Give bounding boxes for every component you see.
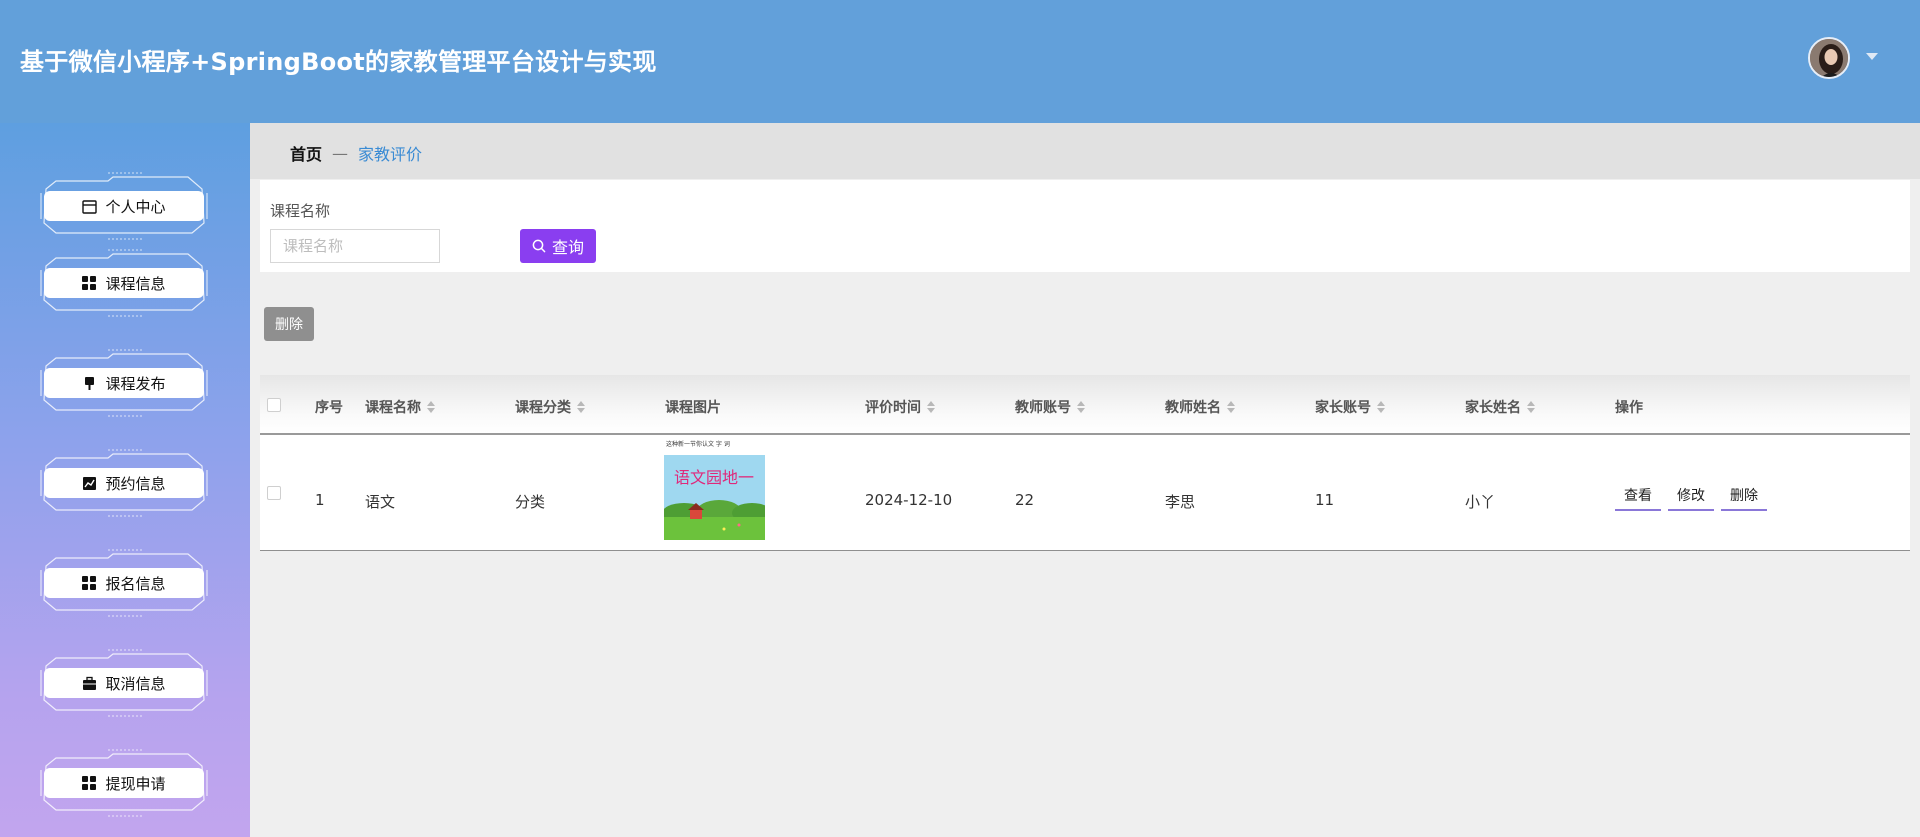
column-header-teacher-account[interactable]: 教师账号 bbox=[1015, 397, 1085, 417]
column-header-index: 序号 bbox=[315, 400, 343, 416]
sidebar-item-4[interactable]: 预约信息 bbox=[38, 446, 210, 520]
batch-delete-button[interactable]: 删除 bbox=[264, 307, 314, 341]
sidebar-item-label: 提现申请 bbox=[105, 774, 166, 793]
sort-icon[interactable] bbox=[577, 401, 585, 413]
sidebar-item-label: 预约信息 bbox=[105, 474, 166, 493]
column-header-teacher-name[interactable]: 教师姓名 bbox=[1165, 397, 1235, 417]
image-title-text: 语文园地一 bbox=[674, 468, 754, 487]
breadcrumb-separator: — bbox=[332, 143, 349, 163]
column-header-category[interactable]: 课程分类 bbox=[515, 397, 585, 417]
top-header: 基于微信小程序+SpringBoot的家教管理平台设计与实现 bbox=[0, 0, 1920, 123]
breadcrumb-current: 家教评价 bbox=[358, 145, 423, 164]
sort-icon[interactable] bbox=[1527, 401, 1535, 413]
user-avatar[interactable] bbox=[1808, 37, 1850, 79]
search-button-label: 查询 bbox=[551, 238, 584, 257]
sidebar-item-7[interactable]: 提现申请 bbox=[38, 746, 210, 820]
briefcase-icon bbox=[82, 676, 97, 691]
sidebar-item-button[interactable]: 提现申请 bbox=[44, 768, 204, 798]
view-button[interactable]: 查看 bbox=[1615, 481, 1661, 511]
search-icon bbox=[532, 239, 546, 253]
sort-icon[interactable] bbox=[1377, 401, 1385, 413]
pin-icon bbox=[82, 376, 97, 391]
sidebar-item-button[interactable]: 预约信息 bbox=[44, 468, 204, 498]
sidebar-item-label: 个人中心 bbox=[105, 197, 166, 216]
search-panel: 课程名称 查询 bbox=[260, 180, 1910, 272]
column-header-parent-name[interactable]: 家长姓名 bbox=[1465, 397, 1535, 417]
review-table: 序号 课程名称 课程分类 课程图片 评价时间 教师账号 教师姓名 家长账号 家长… bbox=[260, 375, 1910, 551]
cell-parent-account: 11 bbox=[1315, 491, 1335, 509]
column-header-parent-account[interactable]: 家长账号 bbox=[1315, 397, 1385, 417]
sidebar-item-button[interactable]: 报名信息 bbox=[44, 568, 204, 598]
column-header-course-image: 课程图片 bbox=[665, 400, 721, 416]
user-menu-caret-icon[interactable] bbox=[1866, 53, 1878, 60]
sidebar-item-2[interactable]: 课程信息 bbox=[38, 246, 210, 320]
course-image-thumbnail[interactable]: 这种新一节你认文 字 词 语文园地一 bbox=[664, 439, 765, 540]
delete-button[interactable]: 删除 bbox=[1721, 481, 1767, 511]
edit-button[interactable]: 修改 bbox=[1668, 481, 1714, 511]
sidebar-item-1[interactable]: 个人中心 bbox=[38, 169, 210, 243]
cell-index: 1 bbox=[315, 491, 325, 509]
cell-teacher-name: 李思 bbox=[1165, 493, 1196, 511]
sidebar-item-button[interactable]: 取消信息 bbox=[44, 668, 204, 698]
sidebar-item-label: 课程信息 bbox=[105, 274, 166, 293]
select-all-checkbox[interactable] bbox=[267, 398, 281, 412]
cell-course-name: 语文 bbox=[365, 493, 396, 511]
breadcrumb-home[interactable]: 首页 bbox=[290, 141, 322, 165]
sort-icon[interactable] bbox=[1077, 401, 1085, 413]
grid-icon bbox=[82, 775, 97, 791]
sidebar-item-button[interactable]: 个人中心 bbox=[44, 191, 204, 221]
sidebar-item-label: 课程发布 bbox=[105, 374, 166, 393]
cell-teacher-account: 22 bbox=[1015, 491, 1035, 509]
grid-icon bbox=[82, 275, 97, 291]
sort-icon[interactable] bbox=[927, 401, 935, 413]
sidebar-item-3[interactable]: 课程发布 bbox=[38, 346, 210, 420]
app-title: 基于微信小程序+SpringBoot的家教管理平台设计与实现 bbox=[20, 48, 657, 76]
sidebar-item-label: 取消信息 bbox=[105, 674, 166, 693]
breadcrumb: 首页 — 家教评价 bbox=[290, 141, 422, 165]
sidebar-item-button[interactable]: 课程信息 bbox=[44, 268, 204, 298]
table-row: 1 语文 分类 这种新一节你认文 字 词 语文园地一 2024-12-10 22… bbox=[260, 435, 1910, 551]
cell-category: 分类 bbox=[515, 493, 546, 511]
sort-icon[interactable] bbox=[427, 401, 435, 413]
sidebar-item-5[interactable]: 报名信息 bbox=[38, 546, 210, 620]
chart-icon bbox=[82, 476, 97, 491]
sort-icon[interactable] bbox=[1227, 401, 1235, 413]
breadcrumb-bar: 首页 — 家教评价 bbox=[250, 123, 1920, 179]
search-button[interactable]: 查询 bbox=[520, 229, 596, 263]
image-caption: 这种新一节你认文 字 词 bbox=[666, 440, 730, 448]
course-name-label: 课程名称 bbox=[270, 202, 331, 220]
sidebar-item-button[interactable]: 课程发布 bbox=[44, 368, 204, 398]
course-name-search-input[interactable] bbox=[270, 229, 440, 263]
column-header-course-name[interactable]: 课程名称 bbox=[365, 397, 435, 417]
table-header: 序号 课程名称 课程分类 课程图片 评价时间 教师账号 教师姓名 家长账号 家长… bbox=[260, 375, 1910, 435]
cell-parent-name: 小丫 bbox=[1465, 493, 1496, 511]
sidebar-item-label: 报名信息 bbox=[105, 574, 166, 593]
column-header-review-time[interactable]: 评价时间 bbox=[865, 397, 935, 417]
column-header-actions: 操作 bbox=[1615, 400, 1643, 416]
grid-icon bbox=[82, 575, 97, 591]
sidebar-item-6[interactable]: 取消信息 bbox=[38, 646, 210, 720]
row-checkbox[interactable] bbox=[267, 486, 281, 500]
cell-review-time: 2024-12-10 bbox=[865, 491, 953, 509]
sidebar-menu: 个人中心课程信息课程发布预约信息报名信息取消信息提现申请 bbox=[0, 123, 250, 837]
calendar-icon bbox=[82, 199, 98, 214]
